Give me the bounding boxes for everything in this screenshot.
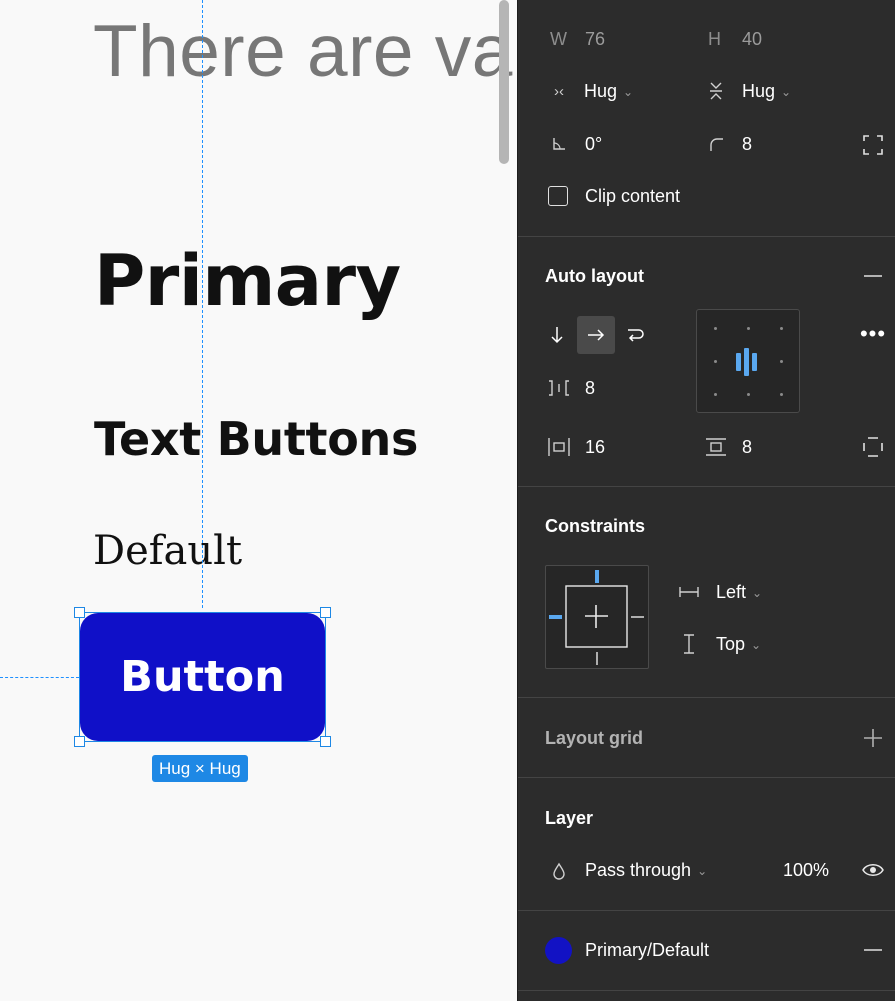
direction-wrap-button[interactable]: [616, 316, 654, 354]
horizontal-guide-line: [0, 677, 79, 678]
properties-panel: W 76 H 40 ›‹ Hug ⌄ Hug ⌄ 0° 8 Clip content…: [517, 0, 895, 1001]
resize-handle-top-left[interactable]: [74, 607, 85, 618]
layout-grid-title: Layout grid: [545, 728, 643, 748]
horizontal-constraint-dropdown[interactable]: Left ⌄: [716, 582, 762, 603]
align-dot[interactable]: [780, 393, 783, 396]
horizontal-resize-icon: ›‹: [554, 82, 564, 100]
horizontal-constraint-value: Left: [716, 582, 747, 602]
divider: [518, 697, 895, 698]
remove-auto-layout-icon[interactable]: [861, 264, 885, 288]
individual-padding-icon[interactable]: [861, 435, 885, 459]
align-center-indicator: [744, 348, 749, 376]
align-center-indicator: [736, 353, 741, 371]
height-input[interactable]: 40: [742, 29, 762, 50]
horizontal-constraint-icon: [678, 582, 700, 602]
divider: [518, 990, 895, 991]
corner-radius-icon: [705, 133, 727, 155]
blend-mode-dropdown[interactable]: Pass through ⌄: [585, 860, 707, 881]
align-dot[interactable]: [747, 327, 750, 330]
width-input[interactable]: 76: [585, 29, 605, 50]
resize-handle-top-right[interactable]: [320, 607, 331, 618]
horizontal-padding-icon: [546, 436, 572, 458]
chevron-down-icon: ⌄: [781, 84, 792, 99]
fill-style-name[interactable]: Primary/Default: [585, 940, 709, 961]
more-options-icon[interactable]: •••: [858, 321, 888, 346]
horizontal-padding-input[interactable]: 16: [585, 437, 605, 458]
align-dot[interactable]: [780, 360, 783, 363]
align-dot[interactable]: [714, 327, 717, 330]
blend-mode-value: Pass through: [585, 860, 692, 880]
clip-content-label: Clip content: [585, 186, 681, 206]
add-layout-grid-icon[interactable]: [861, 726, 885, 750]
arrow-down-icon: [551, 327, 563, 344]
resize-handle-bottom-right[interactable]: [320, 736, 331, 747]
constraints-title: Constraints: [545, 516, 646, 536]
vertical-resize-icon: [705, 80, 727, 102]
chevron-down-icon: ⌄: [751, 637, 762, 652]
height-mode-dropdown[interactable]: Hug ⌄: [742, 81, 791, 102]
canvas-text-layer[interactable]: There are va: [93, 10, 513, 93]
direction-vertical-button[interactable]: [538, 316, 576, 354]
selection-outline: [79, 612, 326, 742]
item-spacing-icon: [546, 377, 572, 399]
blend-mode-icon: [549, 860, 569, 882]
auto-layout-title: Auto layout: [545, 266, 644, 286]
vertical-padding-input[interactable]: 8: [742, 437, 752, 458]
height-mode-value: Hug: [742, 81, 776, 101]
align-dot[interactable]: [714, 360, 717, 363]
vertical-constraint-dropdown[interactable]: Top ⌄: [716, 634, 761, 655]
vertical-padding-icon: [704, 436, 728, 458]
vertical-constraint-icon: [678, 633, 700, 655]
heading-primary[interactable]: Primary: [94, 240, 401, 322]
design-canvas[interactable]: There are va Primary Text Buttons Defaul…: [0, 0, 517, 1001]
vertical-guide-line: [202, 0, 203, 608]
width-label: W: [550, 29, 567, 49]
layer-title: Layer: [545, 808, 594, 828]
item-spacing-input[interactable]: 8: [585, 378, 595, 399]
canvas-scrollbar[interactable]: [499, 0, 509, 164]
clip-content-checkbox[interactable]: [548, 186, 568, 206]
eye-icon[interactable]: [861, 858, 885, 882]
heading-default[interactable]: Default: [93, 528, 242, 574]
divider: [518, 777, 895, 778]
vertical-constraint-value: Top: [716, 634, 746, 654]
fill-color-swatch[interactable]: [545, 937, 572, 964]
align-dot[interactable]: [714, 393, 717, 396]
resize-handle-bottom-left[interactable]: [74, 736, 85, 747]
chevron-down-icon: ⌄: [752, 585, 763, 600]
divider: [518, 486, 895, 487]
independent-corners-icon[interactable]: [861, 133, 885, 157]
direction-horizontal-button[interactable]: [577, 316, 615, 354]
chevron-down-icon: ⌄: [623, 84, 634, 99]
layer-opacity-input[interactable]: 100%: [783, 860, 829, 881]
arrow-right-icon: [588, 329, 605, 341]
align-dot[interactable]: [747, 393, 750, 396]
size-badge: Hug × Hug: [152, 755, 248, 782]
height-label: H: [708, 29, 721, 49]
corner-radius-input[interactable]: 8: [742, 134, 752, 155]
heading-text-buttons[interactable]: Text Buttons: [94, 412, 418, 466]
align-center-indicator: [752, 353, 757, 371]
alignment-grid[interactable]: [696, 309, 800, 413]
chevron-down-icon: ⌄: [697, 863, 708, 878]
remove-fill-icon[interactable]: [861, 938, 885, 962]
align-dot[interactable]: [780, 327, 783, 330]
width-mode-value: Hug: [584, 81, 618, 101]
rotation-icon: [548, 133, 570, 155]
divider: [518, 910, 895, 911]
divider: [518, 236, 895, 237]
wrap-icon: [628, 329, 644, 342]
width-mode-dropdown[interactable]: Hug ⌄: [584, 81, 633, 102]
rotation-input[interactable]: 0°: [585, 134, 602, 155]
constraints-widget[interactable]: [545, 565, 649, 669]
